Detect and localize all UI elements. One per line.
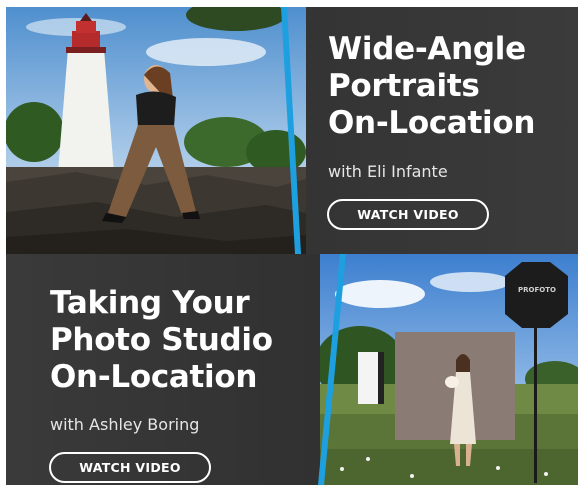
course-title-line: Portraits — [328, 68, 480, 104]
course-title-line: On-Location — [328, 105, 536, 141]
promo-banner: Wide-Angle Portraits On-Location with El… — [6, 7, 578, 485]
watch-video-button[interactable]: WATCH VIDEO — [327, 199, 489, 230]
softbox-logo: PROFOTO — [518, 286, 556, 294]
course-card-photo-studio[interactable]: PROFOTO Taking Your Photo Studio On-Loca… — [6, 254, 578, 485]
watch-video-button[interactable]: WATCH VIDEO — [49, 452, 211, 483]
course-title-line: Taking Your — [50, 285, 250, 321]
accent-stripe — [281, 7, 301, 254]
instructor-byline: with Ashley Boring — [50, 415, 200, 434]
instructor-byline: with Eli Infante — [328, 162, 448, 181]
course-card-wide-angle[interactable]: Wide-Angle Portraits On-Location with El… — [6, 7, 578, 254]
outdoor-studio-photo[interactable]: PROFOTO — [320, 254, 578, 485]
course-title: Wide-Angle Portraits On-Location — [328, 31, 535, 142]
accent-stripe — [318, 254, 346, 485]
course-title: Taking Your Photo Studio On-Location — [50, 285, 273, 396]
course-title-line: Photo Studio — [50, 322, 273, 358]
course-title-line: Wide-Angle — [328, 31, 526, 67]
course-title-line: On-Location — [50, 359, 258, 395]
